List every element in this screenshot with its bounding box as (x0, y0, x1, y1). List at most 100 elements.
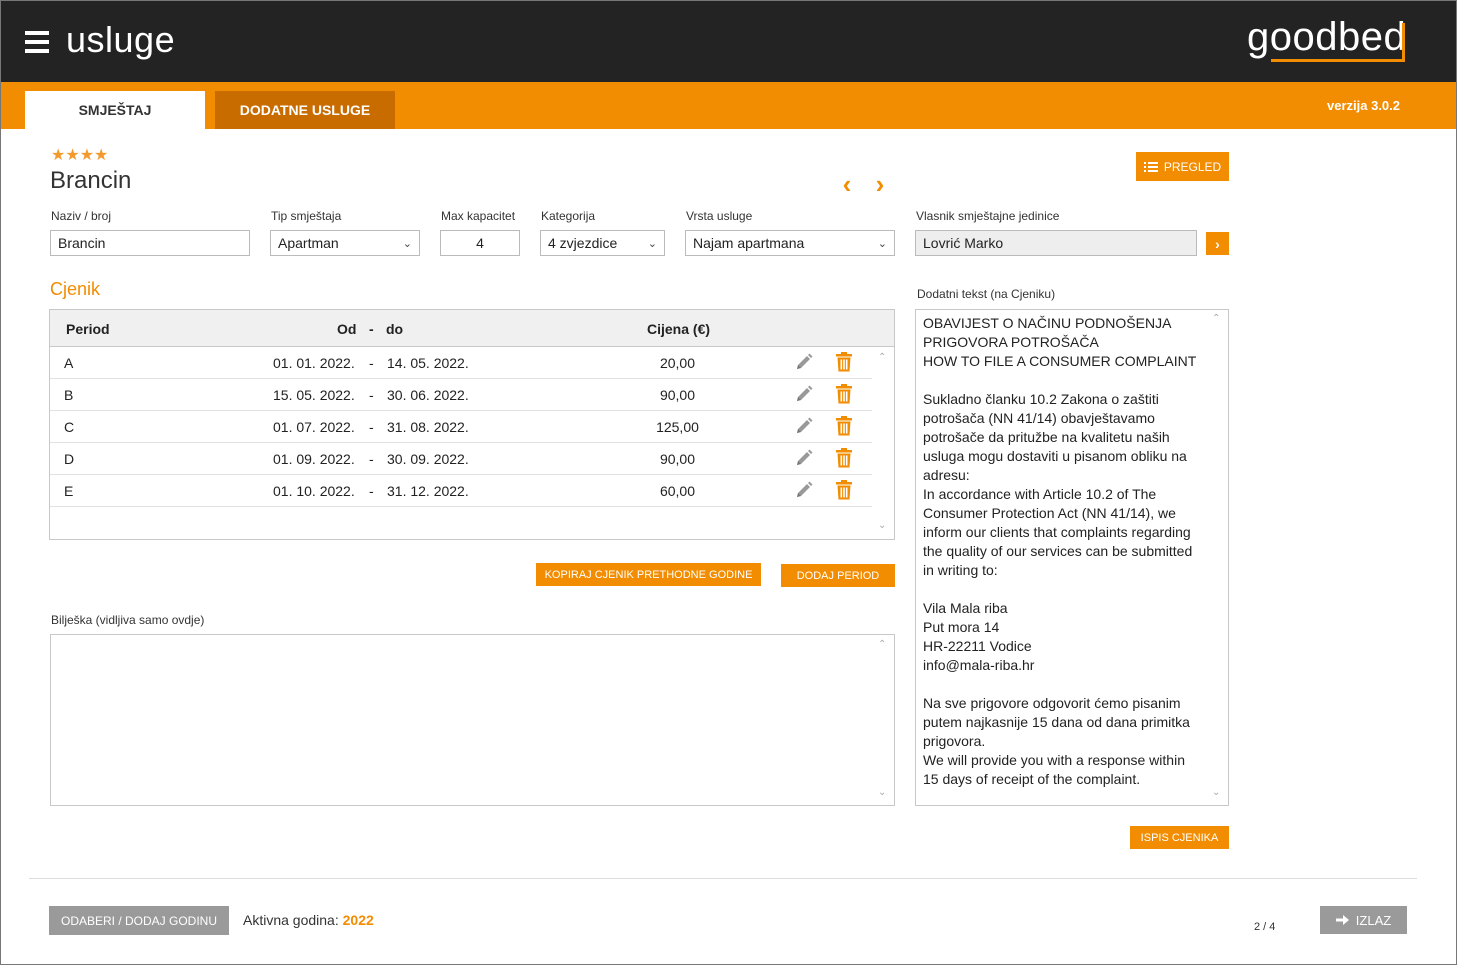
pencil-icon[interactable] (794, 416, 814, 436)
next-unit-chevron-right-icon[interactable]: › (869, 169, 891, 199)
trash-icon[interactable] (835, 480, 853, 500)
th-period: Period (66, 321, 110, 337)
table-row[interactable]: A 01. 01. 2022. -14. 05. 2022. 20,00 (50, 347, 872, 379)
izlaz-button[interactable]: IZLAZ (1320, 906, 1407, 934)
tab-dodatne-usluge[interactable]: DODATNE USLUGE (215, 91, 395, 129)
vlasnik-field: Lovrić Marko (915, 230, 1197, 256)
cell-cijena: 90,00 (659, 387, 696, 403)
tip-value: Apartman (278, 235, 339, 251)
cell-do: 14. 05. 2022. (387, 355, 469, 371)
table-row[interactable]: D 01. 09. 2022. -30. 09. 2022. 90,00 (50, 443, 872, 475)
extra-text-line: In accordance with Article 10.2 of The (923, 486, 1157, 502)
th-dash: - (369, 321, 374, 337)
cell-period: C (64, 419, 75, 435)
extra-text-line: putem najkasnije 15 dana od dana primitk… (923, 714, 1190, 730)
pencil-icon[interactable] (794, 352, 814, 372)
cell-period: B (64, 387, 74, 403)
extra-text-line: Put mora 14 (923, 619, 1000, 635)
ispis-cjenika-button[interactable]: ISPIS CJENIKA (1130, 826, 1229, 849)
kopiraj-cjenik-button[interactable]: KOPIRAJ CJENIK PRETHODNE GODINE (536, 563, 761, 586)
kategorija-select[interactable]: 4 zvjezdice ⌄ (540, 230, 665, 256)
extra-text-line: info@mala-riba.hr (923, 657, 1035, 673)
cell-od: 01. 07. 2022. (273, 419, 355, 435)
cell-od: 01. 09. 2022. (273, 451, 355, 467)
extra-text-line: potrošače da pritužbe na kvalitetu naših (923, 429, 1170, 445)
page-counter: 2 / 4 (1254, 921, 1276, 933)
extra-scroll-up-icon[interactable]: ⌃ (1212, 313, 1220, 324)
table-row[interactable]: E 01. 10. 2022. -31. 12. 2022. 60,00 (50, 475, 872, 507)
cell-dash: - (369, 451, 374, 467)
odaberi-godinu-button[interactable]: ODABERI / DODAJ GODINU (49, 906, 229, 935)
extra-text-line: 15 days of receipt of the complaint. (923, 771, 1141, 787)
pregled-button-label: PREGLED (1163, 159, 1222, 174)
note-scroll-down-icon[interactable]: ⌄ (878, 787, 886, 798)
vrsta-select[interactable]: Najam apartmana ⌄ (685, 230, 895, 256)
extra-text-textarea[interactable]: OBAVIJEST O NAČINU PODNOŠENJA PRIGOVORA P… (915, 309, 1229, 806)
active-year-value: 2022 (342, 912, 374, 928)
trash-icon[interactable] (835, 416, 853, 436)
chevron-down-icon: ⌄ (877, 237, 887, 250)
extra-text-line: PRIGOVORA POTROŠAČA (923, 334, 1099, 350)
cell-od: 01. 10. 2022. (273, 483, 355, 499)
kapacitet-label: Max kapacitet (441, 209, 516, 223)
cell-do: 31. 08. 2022. (387, 419, 469, 435)
pencil-icon[interactable] (794, 384, 814, 404)
trash-icon[interactable] (835, 352, 853, 372)
pencil-icon[interactable] (794, 448, 814, 468)
extra-text-line: adresu: (923, 467, 970, 483)
vlasnik-label: Vlasnik smještajne jedinice (916, 209, 1060, 223)
cell-cijena: 125,00 (656, 419, 699, 435)
chevron-down-icon: ⌄ (647, 237, 657, 250)
naziv-input[interactable]: Brancin (50, 230, 250, 256)
pencil-icon[interactable] (794, 480, 814, 500)
kategorija-label: Kategorija (541, 209, 596, 223)
extra-text-line (923, 580, 1208, 599)
cell-od: 01. 01. 2022. (273, 355, 355, 371)
prev-unit-chevron-left-icon[interactable]: ‹ (836, 169, 858, 199)
unit-name: Brancin (50, 167, 132, 194)
price-table: Period Od - do Cijena (€) A 01. 01. 2022.… (49, 309, 895, 540)
trash-icon[interactable] (835, 448, 853, 468)
extra-scroll-down-icon[interactable]: ⌄ (1212, 787, 1220, 798)
footer-divider (29, 878, 1417, 879)
th-od: Od (337, 321, 357, 337)
logo-bar (1402, 23, 1405, 62)
extra-text-line (923, 371, 1208, 390)
table-header: Period Od - do Cijena (€) (50, 310, 894, 347)
extra-text-line: Consumer Protection Act (NN 41/14), we (923, 505, 1176, 521)
tip-select[interactable]: Apartman ⌄ (270, 230, 420, 256)
dodaj-period-button[interactable]: DODAJ PERIOD (781, 564, 895, 587)
vrsta-label: Vrsta usluge (686, 209, 753, 223)
active-year: Aktivna godina: 2022 (243, 912, 374, 928)
owner-open-chevron-right-icon[interactable]: › (1206, 232, 1229, 255)
active-year-label: Aktivna godina: (243, 912, 343, 928)
extra-text-line: inform our clients that complaints regar… (923, 524, 1191, 540)
cell-cijena: 20,00 (659, 355, 696, 371)
logo-underline (1271, 59, 1405, 62)
extra-text-line: in writing to: (923, 562, 998, 578)
table-row[interactable]: B 15. 05. 2022. -30. 06. 2022. 90,00 (50, 379, 872, 411)
trash-icon[interactable] (835, 384, 853, 404)
cell-period: E (64, 483, 74, 499)
pregled-button[interactable]: PREGLED (1136, 152, 1229, 181)
extra-text-line: potrošača (NN 41/14) obavještavamo (923, 410, 1155, 426)
cell-period: D (64, 451, 75, 467)
chevron-down-icon: ⌄ (402, 237, 412, 250)
cell-do: 31. 12. 2022. (387, 483, 469, 499)
hamburger-icon[interactable] (25, 31, 49, 53)
table-row-empty (50, 507, 872, 539)
tab-smjestaj[interactable]: SMJEŠTAJ (25, 91, 205, 129)
scroll-up-icon[interactable]: ⌃ (878, 352, 886, 363)
table-row[interactable]: C 01. 07. 2022. -31. 08. 2022. 125,00 (50, 411, 872, 443)
scroll-down-icon[interactable]: ⌄ (878, 520, 886, 531)
kategorija-value: 4 zvjezdice (548, 235, 618, 251)
extra-text-line: HOW TO FILE A CONSUMER COMPLAINT (923, 353, 1197, 369)
kapacitet-input[interactable]: 4 (440, 230, 520, 256)
cell-cijena: 90,00 (659, 451, 696, 467)
extra-text-line (923, 675, 1208, 694)
extra-text-line: Sukladno članku 10.2 Zakona o zaštiti (923, 391, 1159, 407)
note-scroll-up-icon[interactable]: ⌃ (878, 639, 886, 650)
cell-od: 15. 05. 2022. (273, 387, 355, 403)
cell-cijena: 60,00 (659, 483, 696, 499)
note-textarea[interactable] (50, 634, 895, 806)
